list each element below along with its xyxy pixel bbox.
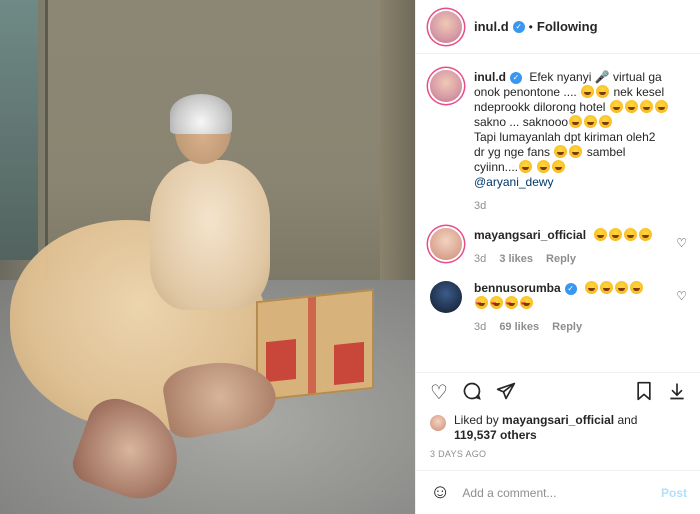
emoji-icon (569, 145, 583, 158)
post-sidebar: inul.d ✓ • Following inul.d ✓ Efek nyanyi… (415, 0, 700, 514)
verified-icon: ✓ (564, 282, 577, 295)
comment-likes[interactable]: 3 likes (499, 253, 533, 265)
emoji-icon (609, 100, 623, 113)
emoji-icon[interactable]: ☺ (430, 481, 450, 504)
emoji-icon (552, 160, 566, 173)
post-date[interactable]: 3 DAYS AGO (416, 443, 700, 459)
liked-by-user[interactable]: mayangsari_official (502, 413, 614, 427)
emoji-icon (599, 115, 613, 128)
caption-username[interactable]: inul.d (474, 70, 506, 84)
comment: bennusorumba✓ 3d 69 likes Reply ♡ (430, 281, 687, 335)
emoji-icon (639, 228, 653, 241)
emoji-icon (475, 296, 488, 312)
comment-likes[interactable]: 69 likes (499, 321, 539, 333)
post-actions: ♡ Liked by mayangsari_official and 119,5… (416, 372, 700, 514)
comment-time[interactable]: 3d (474, 321, 486, 333)
emoji-icon (581, 85, 595, 98)
box-label-right (334, 341, 364, 386)
avatar[interactable] (430, 228, 462, 260)
heart-icon[interactable]: ♡ (430, 383, 448, 403)
avatar[interactable] (430, 281, 462, 313)
emoji-icon (630, 281, 644, 294)
box-label-left (266, 338, 296, 383)
emoji-icon (585, 281, 599, 294)
separator-dot: • (528, 19, 533, 34)
box-strap (308, 296, 316, 394)
emoji-icon (654, 100, 668, 113)
verified-icon: ✓ (510, 71, 522, 84)
add-comment-bar: ☺ Add a comment... Post (416, 470, 700, 514)
emoji-icon (615, 281, 629, 294)
emoji-icon (624, 228, 638, 241)
comment-time[interactable]: 3d (474, 253, 486, 265)
emoji-icon (554, 145, 568, 158)
photo-bodice (150, 160, 270, 310)
avatar[interactable] (430, 10, 462, 43)
verified-icon: ✓ (512, 20, 525, 33)
comment-username[interactable]: bennusorumba (474, 281, 561, 295)
photo-headpiece (170, 94, 232, 134)
emoji-icon (519, 160, 533, 173)
bookmark-icon[interactable] (635, 381, 653, 405)
emoji-icon (584, 115, 598, 128)
emoji-icon (624, 100, 638, 113)
post-button[interactable]: Post (661, 486, 687, 500)
caption-text: sakno ... saknooo (474, 115, 569, 129)
emoji-icon (639, 100, 653, 113)
comment-icon[interactable] (462, 381, 482, 405)
following-button[interactable]: Following (537, 19, 598, 34)
heart-icon[interactable]: ♡ (676, 289, 687, 303)
post-header: inul.d ✓ • Following (416, 0, 700, 54)
comments-section: inul.d ✓ Efek nyanyi 🎤 virtual ga onok pe… (416, 54, 700, 372)
comment: mayangsari_official 3d 3 likes Reply ♡ (430, 228, 687, 267)
likes-summary: Liked by mayangsari_official and 119,537… (416, 413, 700, 443)
emoji-icon (600, 281, 614, 294)
download-icon[interactable] (667, 381, 687, 405)
liked-by-label: Liked by (454, 413, 499, 427)
reply-button[interactable]: Reply (546, 253, 576, 265)
emoji-icon (520, 296, 533, 312)
liked-by-and: and (617, 413, 638, 427)
mention-link[interactable]: @aryani_dewy (474, 175, 554, 189)
heart-icon[interactable]: ♡ (676, 236, 687, 250)
photo-box (256, 288, 374, 402)
likes-count[interactable]: 119,537 others (454, 428, 537, 442)
comment-input[interactable]: Add a comment... (462, 486, 661, 500)
header-username[interactable]: inul.d (474, 19, 509, 34)
comment-username[interactable]: mayangsari_official (474, 228, 586, 242)
post-photo[interactable] (0, 0, 415, 514)
caption-time[interactable]: 3d (474, 200, 486, 212)
avatar[interactable] (430, 70, 462, 102)
emoji-icon (569, 115, 583, 128)
emoji-icon (609, 228, 623, 241)
emoji-icon (594, 228, 608, 241)
photo-wall (0, 0, 38, 260)
avatar[interactable] (430, 415, 446, 431)
reply-button[interactable]: Reply (552, 321, 582, 333)
share-icon[interactable] (496, 381, 516, 405)
caption: inul.d ✓ Efek nyanyi 🎤 virtual ga onok pe… (430, 70, 687, 214)
emoji-icon (505, 296, 518, 312)
emoji-icon (490, 296, 503, 312)
emoji-icon (537, 160, 551, 173)
emoji-icon (596, 85, 610, 98)
